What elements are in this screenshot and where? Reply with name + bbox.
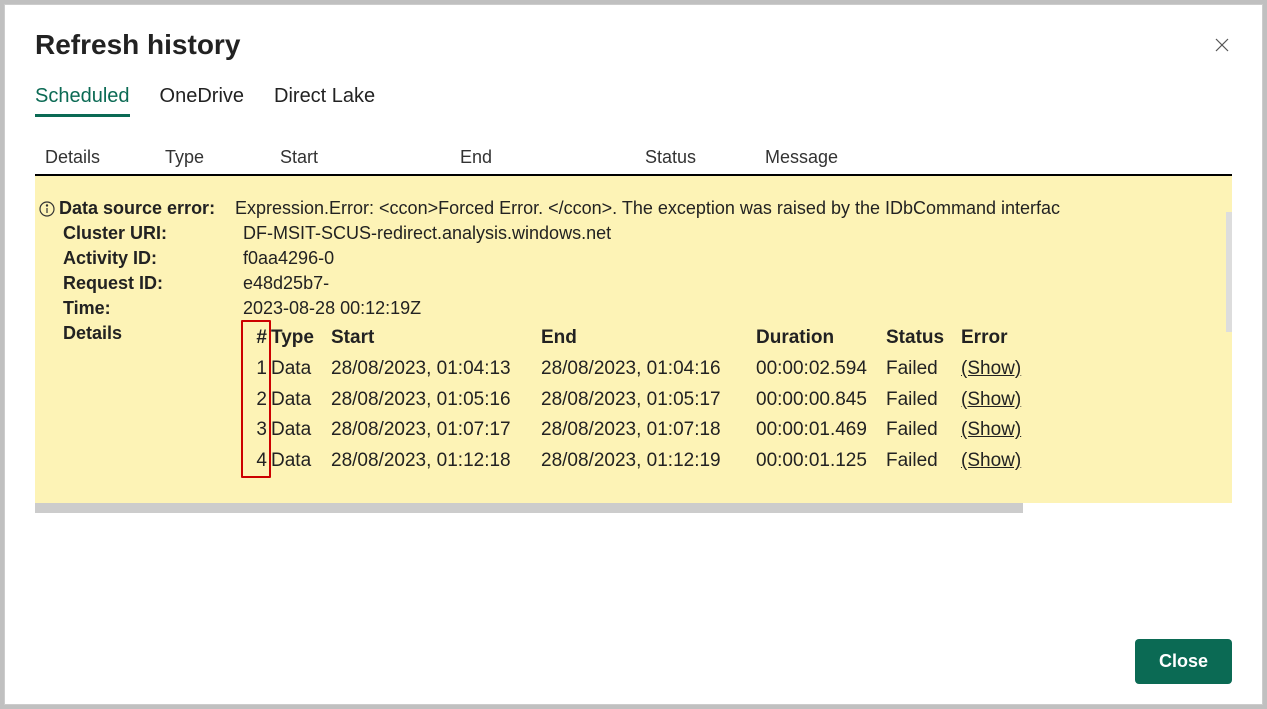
dh-type: Type xyxy=(271,323,331,354)
details-header-row: # Type Start End Duration Status Error xyxy=(243,323,1041,354)
close-button[interactable]: Close xyxy=(1135,639,1232,684)
cell-start: 28/08/2023, 01:05:16 xyxy=(331,385,541,416)
show-error-link[interactable]: (Show) xyxy=(961,446,1041,477)
error-details-panel: Data source error: Expression.Error: <cc… xyxy=(35,176,1232,503)
dh-start: Start xyxy=(331,323,541,354)
horizontal-scrollbar[interactable] xyxy=(35,503,1023,513)
table-row: 2 Data 28/08/2023, 01:05:16 28/08/2023, … xyxy=(243,385,1041,416)
dh-error: Error xyxy=(961,323,1041,354)
cell-status: Failed xyxy=(886,446,961,477)
col-end: End xyxy=(460,147,645,168)
table-row: 4 Data 28/08/2023, 01:12:18 28/08/2023, … xyxy=(243,446,1041,477)
cell-start: 28/08/2023, 01:04:13 xyxy=(331,354,541,385)
cell-start: 28/08/2023, 01:07:17 xyxy=(331,415,541,446)
show-error-link[interactable]: (Show) xyxy=(961,415,1041,446)
dialog-title: Refresh history xyxy=(35,29,240,61)
table-row: 1 Data 28/08/2023, 01:04:13 28/08/2023, … xyxy=(243,354,1041,385)
col-details: Details xyxy=(45,147,165,168)
dh-status: Status xyxy=(886,323,961,354)
cell-type: Data xyxy=(271,385,331,416)
cell-status: Failed xyxy=(886,415,961,446)
show-error-link[interactable]: (Show) xyxy=(961,385,1041,416)
cell-duration: 00:00:00.845 xyxy=(756,385,886,416)
cell-end: 28/08/2023, 01:07:18 xyxy=(541,415,756,446)
cell-duration: 00:00:01.125 xyxy=(756,446,886,477)
details-table: # Type Start End Duration Status Error 1… xyxy=(243,323,1041,477)
col-start: Start xyxy=(280,147,460,168)
cell-end: 28/08/2023, 01:05:17 xyxy=(541,385,756,416)
dh-duration: Duration xyxy=(756,323,886,354)
info-icon xyxy=(39,201,55,217)
activity-id-value: f0aa4296-0 xyxy=(243,248,334,269)
cell-type: Data xyxy=(271,446,331,477)
cell-status: Failed xyxy=(886,385,961,416)
cell-duration: 00:00:02.594 xyxy=(756,354,886,385)
data-source-error-value: Expression.Error: <ccon>Forced Error. </… xyxy=(235,198,1060,219)
history-column-headers: Details Type Start End Status Message xyxy=(35,147,1232,168)
cell-duration: 00:00:01.469 xyxy=(756,415,886,446)
tab-onedrive[interactable]: OneDrive xyxy=(160,85,244,117)
dialog-header: Refresh history xyxy=(35,29,1232,61)
request-id-label: Request ID: xyxy=(63,273,243,294)
tabs: Scheduled OneDrive Direct Lake xyxy=(35,85,1232,117)
cluster-uri-label: Cluster URI: xyxy=(63,223,243,244)
cell-type: Data xyxy=(271,415,331,446)
cell-end: 28/08/2023, 01:04:16 xyxy=(541,354,756,385)
dh-end: End xyxy=(541,323,756,354)
request-id-value: e48d25b7- xyxy=(243,273,329,294)
data-source-error-label: Data source error: xyxy=(59,198,235,219)
vertical-scrollbar[interactable] xyxy=(1226,212,1232,332)
cell-type: Data xyxy=(271,354,331,385)
cell-end: 28/08/2023, 01:12:19 xyxy=(541,446,756,477)
cluster-uri-value: DF-MSIT-SCUS-redirect.analysis.windows.n… xyxy=(243,223,611,244)
details-label: Details xyxy=(63,323,243,344)
col-status: Status xyxy=(645,147,765,168)
dialog-footer: Close xyxy=(1135,639,1232,684)
show-error-link[interactable]: (Show) xyxy=(961,354,1041,385)
cell-start: 28/08/2023, 01:12:18 xyxy=(331,446,541,477)
tab-directlake[interactable]: Direct Lake xyxy=(274,85,375,117)
refresh-history-dialog: Refresh history Scheduled OneDrive Direc… xyxy=(4,4,1263,705)
time-value: 2023-08-28 00:12:19Z xyxy=(243,298,421,319)
col-message: Message xyxy=(765,147,1232,168)
activity-id-label: Activity ID: xyxy=(63,248,243,269)
close-icon[interactable] xyxy=(1212,35,1232,55)
cell-status: Failed xyxy=(886,354,961,385)
table-row: 3 Data 28/08/2023, 01:07:17 28/08/2023, … xyxy=(243,415,1041,446)
time-label: Time: xyxy=(63,298,243,319)
col-type: Type xyxy=(165,147,280,168)
highlight-annotation xyxy=(241,320,271,478)
tab-scheduled[interactable]: Scheduled xyxy=(35,85,130,117)
